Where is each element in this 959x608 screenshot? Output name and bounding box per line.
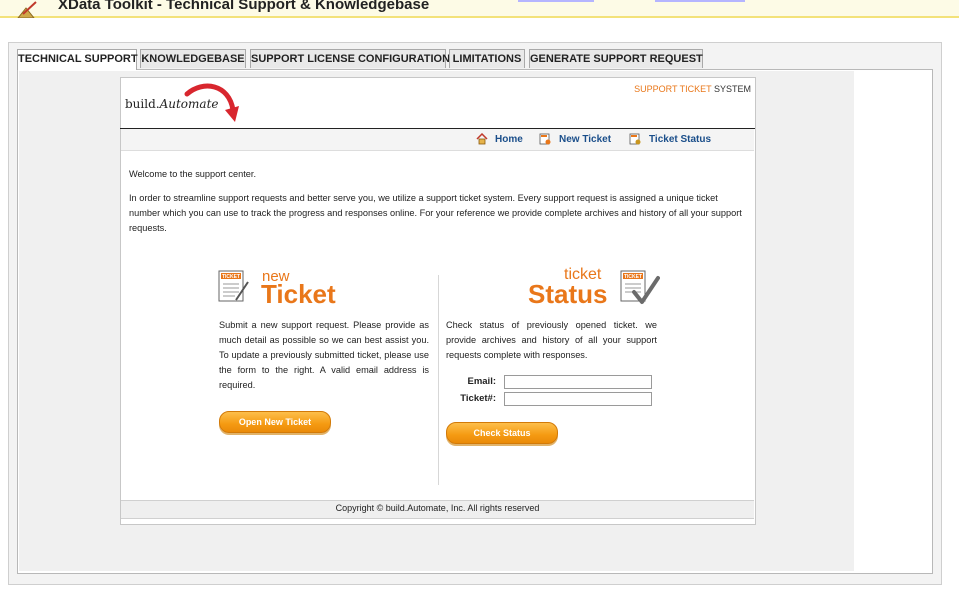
welcome-text: Welcome to the support center.: [129, 169, 256, 179]
app-title: XData Toolkit - Technical Support & Know…: [58, 0, 430, 13]
check-status-button[interactable]: Check Status: [446, 422, 558, 444]
logo-brand: Automate: [159, 97, 219, 111]
email-field[interactable]: [504, 375, 652, 389]
ticket-check-icon: TICKET: [620, 270, 660, 304]
new-ticket-description: Submit a new support request. Please pro…: [219, 320, 429, 390]
tab-technical-support[interactable]: TECHNICAL SUPPORT: [17, 49, 138, 70]
nav-home[interactable]: Home: [495, 133, 523, 147]
top-link-underline-1[interactable]: [518, 0, 594, 2]
open-new-ticket-button[interactable]: Open New Ticket: [219, 411, 331, 433]
tab-limitations[interactable]: LIMITATIONS: [449, 49, 525, 68]
ticket-status-stamp: TICKET: [624, 274, 642, 280]
new-ticket-stamp: TICKET: [222, 274, 240, 280]
copyright: Copyright © build.Automate, Inc. All rig…: [335, 503, 540, 513]
logo-text[interactable]: build.Automate: [125, 97, 219, 111]
tab-knowledgebase[interactable]: KNOWLEDGEBASE: [140, 49, 246, 68]
ticket-status-description: Check status of previously opened ticket…: [446, 320, 657, 360]
new-ticket-big-word: Ticket: [261, 279, 336, 309]
ticket-status-big-word: Status: [528, 279, 608, 309]
email-label: Email:: [467, 376, 496, 387]
new-ticket-icon[interactable]: [539, 133, 551, 145]
system-title: SUPPORT TICKET SYSTEM: [634, 84, 751, 94]
logo-prefix: build.: [125, 97, 160, 111]
system-title-highlight: SUPPORT TICKET: [634, 84, 712, 94]
app-icon: [17, 1, 37, 18]
intro-text: In order to streamline support requests …: [129, 193, 742, 233]
top-link-underline-2[interactable]: [655, 0, 745, 2]
home-icon[interactable]: [476, 133, 488, 145]
ticket-number-label: Ticket#:: [460, 393, 496, 404]
tab-generate-support-request[interactable]: GENERATE SUPPORT REQUEST: [529, 49, 703, 68]
top-links[interactable]: [518, 0, 748, 6]
nav-ticket-status[interactable]: Ticket Status: [649, 133, 711, 147]
ticket-status-icon[interactable]: [629, 133, 641, 145]
ticket-number-field[interactable]: [504, 392, 652, 406]
system-title-rest: SYSTEM: [711, 84, 751, 94]
title-bar-underline: [0, 16, 959, 18]
column-divider: [438, 275, 439, 485]
nav-new-ticket[interactable]: New Ticket: [559, 133, 611, 147]
tab-support-license-configuration[interactable]: SUPPORT LICENSE CONFIGURATION: [250, 49, 450, 68]
